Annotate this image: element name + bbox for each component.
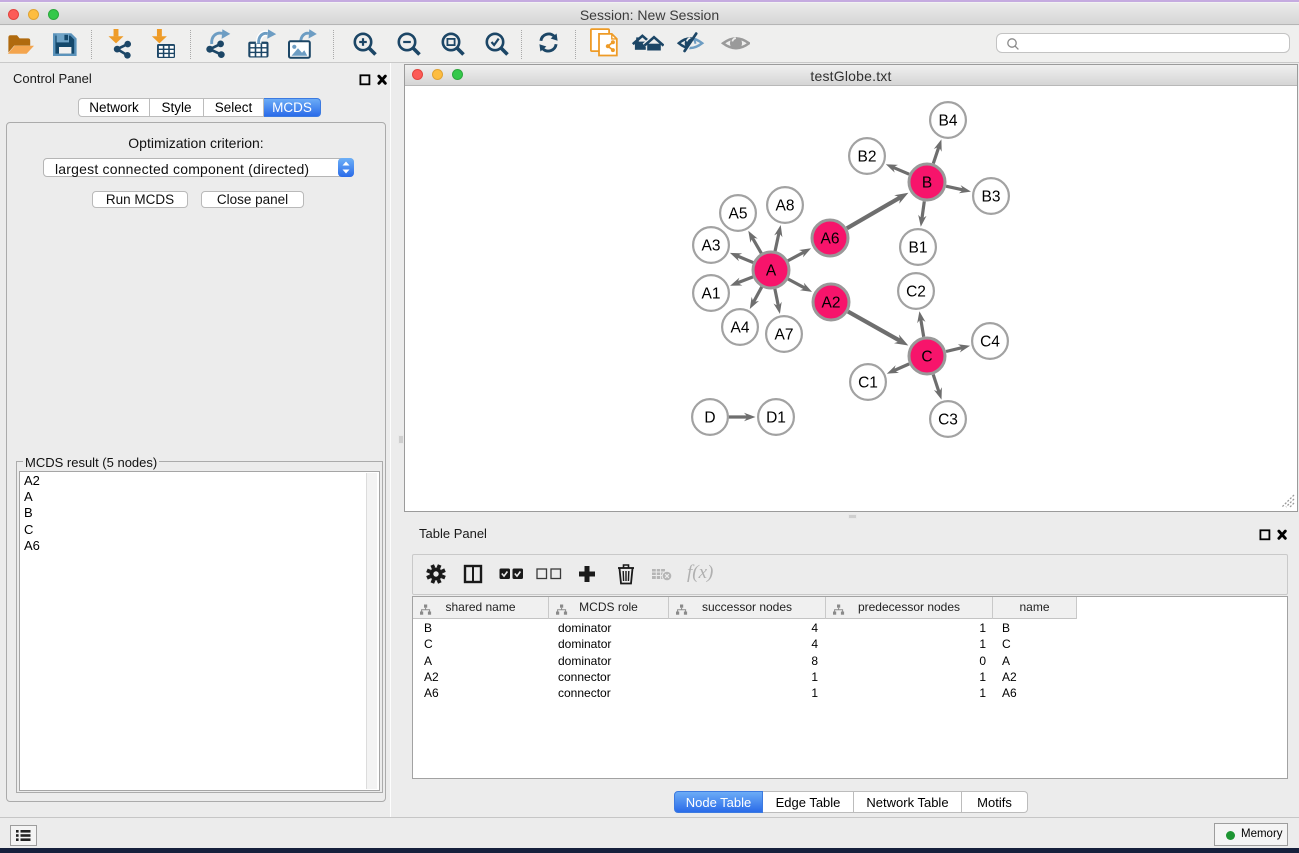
svg-text:A5: A5 bbox=[729, 206, 748, 223]
svg-text:C2: C2 bbox=[906, 284, 926, 301]
svg-text:D: D bbox=[704, 410, 715, 427]
svg-text:B: B bbox=[922, 175, 932, 192]
svg-text:B3: B3 bbox=[982, 189, 1001, 206]
svg-text:C1: C1 bbox=[858, 375, 878, 392]
svg-text:A1: A1 bbox=[702, 286, 721, 303]
svg-text:A4: A4 bbox=[731, 320, 750, 337]
svg-text:C: C bbox=[921, 349, 932, 366]
svg-text:A3: A3 bbox=[702, 238, 721, 255]
svg-text:A6: A6 bbox=[821, 231, 840, 248]
svg-text:B4: B4 bbox=[939, 113, 958, 130]
svg-text:A7: A7 bbox=[775, 327, 794, 344]
svg-text:B2: B2 bbox=[858, 149, 877, 166]
svg-text:C4: C4 bbox=[980, 334, 1000, 351]
svg-text:B1: B1 bbox=[909, 240, 928, 257]
svg-text:A: A bbox=[766, 263, 777, 280]
svg-text:A8: A8 bbox=[776, 198, 795, 215]
svg-text:D1: D1 bbox=[766, 410, 786, 427]
svg-text:C3: C3 bbox=[938, 412, 958, 429]
svg-text:A2: A2 bbox=[822, 295, 841, 312]
